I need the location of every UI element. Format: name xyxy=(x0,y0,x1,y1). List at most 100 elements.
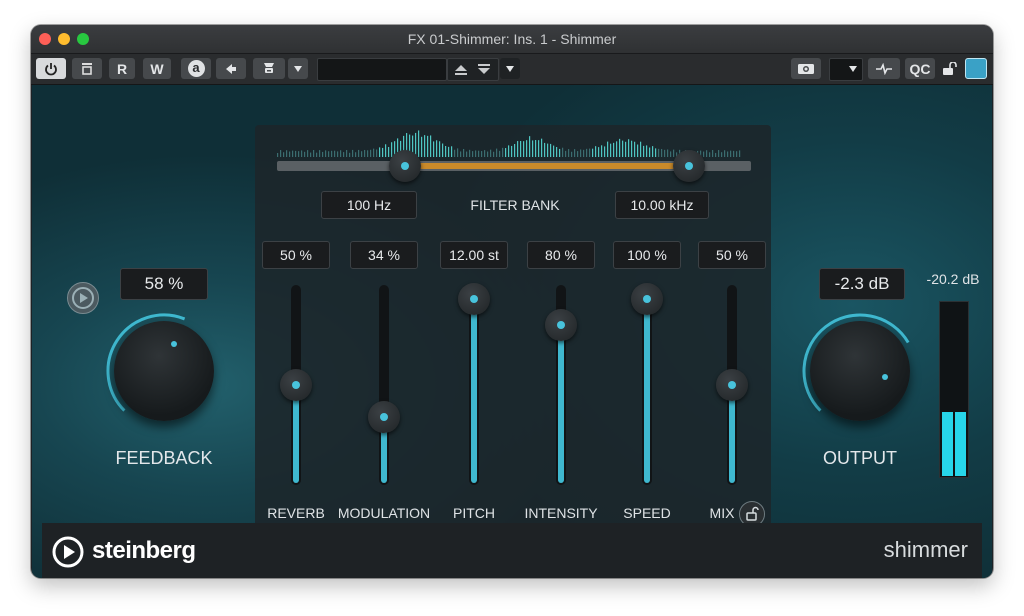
spectrum-bar xyxy=(538,140,540,157)
copy-settings-button[interactable] xyxy=(216,58,246,79)
slider-value-2[interactable]: 12.00 st xyxy=(440,241,508,269)
spectrum-bar xyxy=(310,152,312,157)
preset-field[interactable] xyxy=(317,58,447,81)
arrow-down-icon[interactable] xyxy=(476,63,492,76)
sidechain-icon xyxy=(264,62,274,73)
slider-track-4[interactable] xyxy=(642,285,652,485)
spectrum-bar xyxy=(322,151,324,157)
title-bar: FX 01-Shimmer: Ins. 1 - Shimmer xyxy=(31,25,993,54)
spectrum-bar xyxy=(664,149,666,157)
lock-open-icon xyxy=(943,61,957,75)
spectrum-bar xyxy=(379,147,381,157)
spectrum-bar xyxy=(544,142,546,157)
spectrum-bar xyxy=(655,148,657,157)
slider-handle-1[interactable] xyxy=(368,401,400,433)
snapshot-button[interactable] xyxy=(791,58,821,79)
sidechain-button[interactable] xyxy=(253,58,285,79)
snapshot-select[interactable] xyxy=(829,58,863,81)
slider-value-4[interactable]: 100 % xyxy=(613,241,681,269)
slider-fill-2 xyxy=(471,301,477,483)
play-icon[interactable] xyxy=(67,282,99,314)
slider-handle-3[interactable] xyxy=(545,309,577,341)
spectrum-display xyxy=(277,130,741,157)
spectrum-bar xyxy=(580,149,582,157)
meter-left-bar xyxy=(942,412,953,476)
arrow-left-icon xyxy=(226,63,236,74)
slider-fill-4 xyxy=(644,301,650,483)
spectrum-bar xyxy=(559,148,561,157)
slider-value-0[interactable]: 50 % xyxy=(262,241,330,269)
sidechain-dropdown[interactable] xyxy=(288,58,308,79)
lock-button[interactable] xyxy=(939,58,961,79)
quick-controls-button[interactable]: QC xyxy=(905,58,935,79)
write-automation-button[interactable]: W xyxy=(143,58,171,79)
slider-track-2[interactable] xyxy=(469,285,479,485)
spectrum-bar xyxy=(715,152,717,157)
spectrum-bar xyxy=(610,143,612,157)
filter-high-value[interactable]: 10.00 kHz xyxy=(615,191,709,219)
output-label: OUTPUT xyxy=(823,448,897,468)
spectrum-bar xyxy=(607,141,609,157)
spectrum-bar xyxy=(565,150,567,157)
slider-value-3[interactable]: 80 % xyxy=(527,241,595,269)
spectrum-bar xyxy=(592,148,594,157)
spectrum-bar xyxy=(331,150,333,157)
filter-low-handle[interactable] xyxy=(388,150,421,182)
read-automation-button[interactable]: R xyxy=(109,58,135,79)
slider-handle-5[interactable] xyxy=(716,369,748,401)
arrow-up-icon[interactable] xyxy=(453,63,469,76)
power-button[interactable] xyxy=(36,58,66,79)
slider-value-1[interactable]: 34 % xyxy=(350,241,418,269)
spectrum-bar xyxy=(721,152,723,157)
spectrum-bar xyxy=(601,145,603,157)
spectrum-bar xyxy=(436,140,438,157)
output-value[interactable]: -2.3 dB xyxy=(819,268,905,300)
preset-dropdown[interactable] xyxy=(500,58,520,79)
bypass-button[interactable] xyxy=(72,58,102,79)
slider-fill-0 xyxy=(293,387,299,483)
activity-button[interactable] xyxy=(868,58,900,79)
window-title: FX 01-Shimmer: Ins. 1 - Shimmer xyxy=(407,31,617,47)
spectrum-bar xyxy=(364,149,366,157)
output-knob[interactable] xyxy=(810,321,910,421)
feedback-value[interactable]: 58 % xyxy=(120,268,208,300)
spectrum-bar xyxy=(619,138,621,157)
spectrum-bar xyxy=(448,146,450,157)
color-button[interactable] xyxy=(965,58,987,79)
steinberg-logo-icon xyxy=(52,536,84,568)
spectrum-bar xyxy=(595,146,597,157)
slider-handle-0[interactable] xyxy=(280,369,312,401)
bypass-icon xyxy=(82,62,92,75)
spectrum-bar xyxy=(574,149,576,157)
spectrum-bar xyxy=(508,145,510,157)
spectrum-bar xyxy=(382,147,384,157)
chevron-down-icon xyxy=(849,66,857,72)
filter-low-value[interactable]: 100 Hz xyxy=(321,191,417,219)
spectrum-bar xyxy=(514,144,516,157)
spectrum-bar xyxy=(337,151,339,157)
slider-handle-2[interactable] xyxy=(458,283,490,315)
meter-value: -20.2 dB xyxy=(926,271,980,287)
output-knob-indicator xyxy=(882,374,888,380)
slider-handle-4[interactable] xyxy=(631,283,663,315)
filter-high-handle[interactable] xyxy=(673,150,706,182)
spectrum-bar xyxy=(301,150,303,157)
spectrum-bar xyxy=(667,149,669,157)
spectrum-bar xyxy=(502,147,504,157)
slider-value-5[interactable]: 50 % xyxy=(698,241,766,269)
compare-button[interactable]: a xyxy=(181,58,211,79)
slider-fill-5 xyxy=(729,387,735,483)
spectrum-bar xyxy=(463,148,465,157)
spectrum-bar xyxy=(289,151,291,157)
spectrum-bar xyxy=(433,141,435,157)
spectrum-bar xyxy=(466,151,468,157)
spectrum-bar xyxy=(307,150,309,157)
spectrum-bar xyxy=(286,150,288,157)
slider-track-1[interactable] xyxy=(379,285,389,485)
spectrum-bar xyxy=(493,151,495,157)
spectrum-bar xyxy=(706,150,708,157)
spectrum-bar xyxy=(481,151,483,157)
feedback-knob[interactable] xyxy=(114,321,214,421)
spectrum-bar xyxy=(460,151,462,157)
spectrum-bar xyxy=(643,145,645,157)
